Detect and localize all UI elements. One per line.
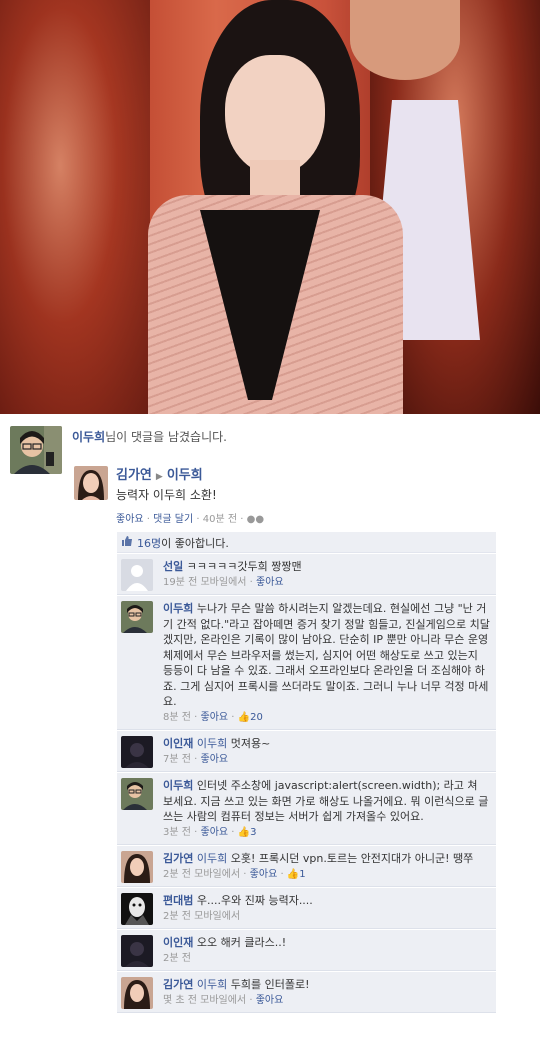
poster-left	[0, 0, 150, 414]
comment-author[interactable]: 선일	[163, 560, 183, 573]
comment-item: 이인재 이두희 멋져용~ 7분 전 · 좋아요	[117, 731, 496, 772]
comment-like-link[interactable]: 좋아요	[201, 827, 229, 838]
comment-list: 선일 ㅋㅋㅋㅋㅋ갓두희 짱짱맨 19분 전 모바일에서 · 좋아요이두희 누나가 …	[117, 554, 496, 1014]
comment-text: 오오 해커 클라스..!	[196, 936, 287, 949]
notification[interactable]: 이두희님이 댓글을 남겼습니다.	[0, 418, 540, 474]
comment-time[interactable]: 3분 전	[163, 827, 191, 838]
likes-count[interactable]: 16명	[137, 537, 161, 550]
post-meta: 좋아요 · 댓글 달기 · 40분 전 · ●●	[116, 514, 265, 525]
comment-text: 두희를 인터폴로!	[230, 978, 310, 991]
comment-item: 편대범 우....우와 진짜 능력자.... 2분 전 모바일에서	[117, 888, 496, 929]
comment-author[interactable]: 김가연	[163, 852, 193, 865]
comment-avatar[interactable]	[121, 601, 153, 633]
notification-actor[interactable]: 이두희	[72, 430, 105, 444]
comment-time[interactable]: 8분 전	[163, 712, 191, 723]
comment-time[interactable]: 7분 전	[163, 754, 191, 765]
comment-avatar[interactable]	[121, 736, 153, 768]
comment-text: ㅋㅋㅋㅋㅋ갓두희 짱짱맨	[186, 560, 302, 573]
comment-body: 김가연 이두희 두희를 인터폴로! 몇 초 전 모바일에서 · 좋아요	[117, 972, 496, 1012]
notification-message: 님이 댓글을 남겼습니다.	[105, 430, 227, 444]
man-face	[350, 0, 460, 80]
comment-author[interactable]: 이두희	[163, 779, 193, 792]
comment-like-link[interactable]: 좋아요	[256, 577, 284, 588]
comment-avatar[interactable]	[121, 851, 153, 883]
comment-item: 선일 ㅋㅋㅋㅋㅋ갓두희 짱짱맨 19분 전 모바일에서 · 좋아요	[117, 554, 496, 595]
post-author-avatar[interactable]	[74, 466, 108, 500]
thumbs-up-icon: 👍	[237, 711, 251, 723]
comment-body: 선일 ㅋㅋㅋㅋㅋ갓두희 짱짱맨 19분 전 모바일에서 · 좋아요	[117, 554, 496, 594]
comment-meta: 19분 전 모바일에서 · 좋아요	[163, 576, 284, 588]
thumbs-up-icon	[121, 535, 133, 550]
comment-like-count[interactable]: 1	[299, 869, 305, 880]
comment-meta: 2분 전	[163, 951, 490, 967]
comment-body: 이두희 누나가 무슨 말씀 하시려는지 알겠는데요. 현실에선 그냥 "난 거기…	[117, 596, 496, 729]
comment-author[interactable]: 이인재	[163, 936, 193, 949]
post-target[interactable]: 이두희	[167, 468, 203, 483]
post-time[interactable]: 40분 전	[203, 514, 237, 525]
comment-like-link[interactable]: 좋아요	[256, 995, 284, 1006]
comment-text: 오홋! 프록시던 vpn.토르는 안전지대가 아니군! 땡쭈	[230, 852, 474, 865]
comment-like-count[interactable]: 20	[250, 712, 263, 723]
comment-item: 이인재 오오 해커 클라스..! 2분 전	[117, 930, 496, 971]
comment-tag[interactable]: 이두희	[197, 852, 227, 865]
comment-like-link[interactable]: 좋아요	[250, 869, 278, 880]
arrow-icon: ▶	[155, 472, 163, 482]
comment-item: 김가연 이두희 두희를 인터폴로! 몇 초 전 모바일에서 · 좋아요	[117, 972, 496, 1013]
comment-meta: 7분 전 · 좋아요	[163, 753, 229, 765]
comment-avatar[interactable]	[121, 935, 153, 967]
comment-tag[interactable]: 이두희	[197, 978, 227, 991]
comment-tag[interactable]: 이두희	[197, 737, 227, 750]
comment-time[interactable]: 2분 전	[163, 953, 191, 964]
comment-body: 편대범 우....우와 진짜 능력자.... 2분 전 모바일에서	[117, 888, 496, 928]
comment-body: 이두희 인터넷 주소창에 javascript:alert(screen.wid…	[117, 773, 496, 844]
comment-item: 이두희 누나가 무슨 말씀 하시려는지 알겠는데요. 현실에선 그냥 "난 거기…	[117, 596, 496, 730]
comment-body: 이인재 오오 해커 클라스..! 2분 전	[117, 930, 496, 970]
comment-meta: 몇 초 전 모바일에서 · 좋아요	[163, 994, 284, 1006]
comment-like-count[interactable]: 3	[250, 827, 256, 838]
post-comment-link[interactable]: 댓글 달기	[153, 514, 193, 525]
comment-avatar[interactable]	[121, 559, 153, 591]
comment-meta: 2분 전 모바일에서	[163, 909, 490, 925]
likes-suffix: 이 좋아합니다.	[161, 537, 229, 550]
comment-like-link[interactable]: 좋아요	[201, 754, 229, 765]
comment-time[interactable]: 2분 전 모바일에서	[163, 869, 240, 880]
comment-time[interactable]: 2분 전 모바일에서	[163, 911, 240, 922]
post-like-link[interactable]: 좋아요	[116, 514, 144, 525]
comment-item: 김가연 이두희 오홋! 프록시던 vpn.토르는 안전지대가 아니군! 땡쭈 2분…	[117, 846, 496, 887]
comment-time[interactable]: 19분 전 모바일에서	[163, 577, 246, 588]
comment-item: 이두희 인터넷 주소창에 javascript:alert(screen.wid…	[117, 773, 496, 845]
woman-face	[225, 55, 325, 175]
comment-meta: 8분 전 · 좋아요 · 👍20	[163, 711, 263, 723]
comment-text: 멋져용~	[230, 737, 271, 750]
notification-text: 이두희님이 댓글을 남겼습니다.	[72, 428, 227, 445]
comment-avatar[interactable]	[121, 778, 153, 810]
comment-body: 김가연 이두희 오홋! 프록시던 vpn.토르는 안전지대가 아니군! 땡쭈 2분…	[117, 846, 496, 886]
comment-like-link[interactable]: 좋아요	[201, 712, 229, 723]
comment-meta: 2분 전 모바일에서 · 좋아요 · 👍1	[163, 868, 306, 880]
comment-author[interactable]: 편대범	[163, 894, 193, 907]
comment-body: 이인재 이두희 멋져용~ 7분 전 · 좋아요	[117, 731, 496, 771]
friends-icon: ●●	[246, 514, 265, 525]
post-author[interactable]: 김가연	[116, 468, 152, 483]
comment-author[interactable]: 김가연	[163, 978, 193, 991]
comment-author[interactable]: 이두희	[163, 602, 193, 615]
post-message: 능력자 이두희 소환!	[116, 488, 217, 502]
thumbs-up-icon: 👍	[286, 868, 300, 880]
comment-text: 우....우와 진짜 능력자....	[196, 894, 313, 907]
comment-author[interactable]: 이인재	[163, 737, 193, 750]
photo	[0, 0, 540, 414]
comment-avatar[interactable]	[121, 977, 153, 1009]
comment-text: 누나가 무슨 말씀 하시려는지 알겠는데요. 현실에선 그냥 "난 거기 간적 …	[163, 602, 490, 708]
thumbs-up-icon: 👍	[237, 826, 251, 838]
likes-summary: 16명이 좋아합니다.	[117, 532, 496, 553]
comment-text: 인터넷 주소창에 javascript:alert(screen.width);…	[163, 779, 489, 823]
comment-meta: 3분 전 · 좋아요 · 👍3	[163, 826, 257, 838]
comment-avatar[interactable]	[121, 893, 153, 925]
avatar[interactable]	[10, 426, 62, 474]
comment-time[interactable]: 몇 초 전 모바일에서	[163, 995, 246, 1006]
post-header: 김가연 ▶ 이두희	[116, 464, 203, 483]
